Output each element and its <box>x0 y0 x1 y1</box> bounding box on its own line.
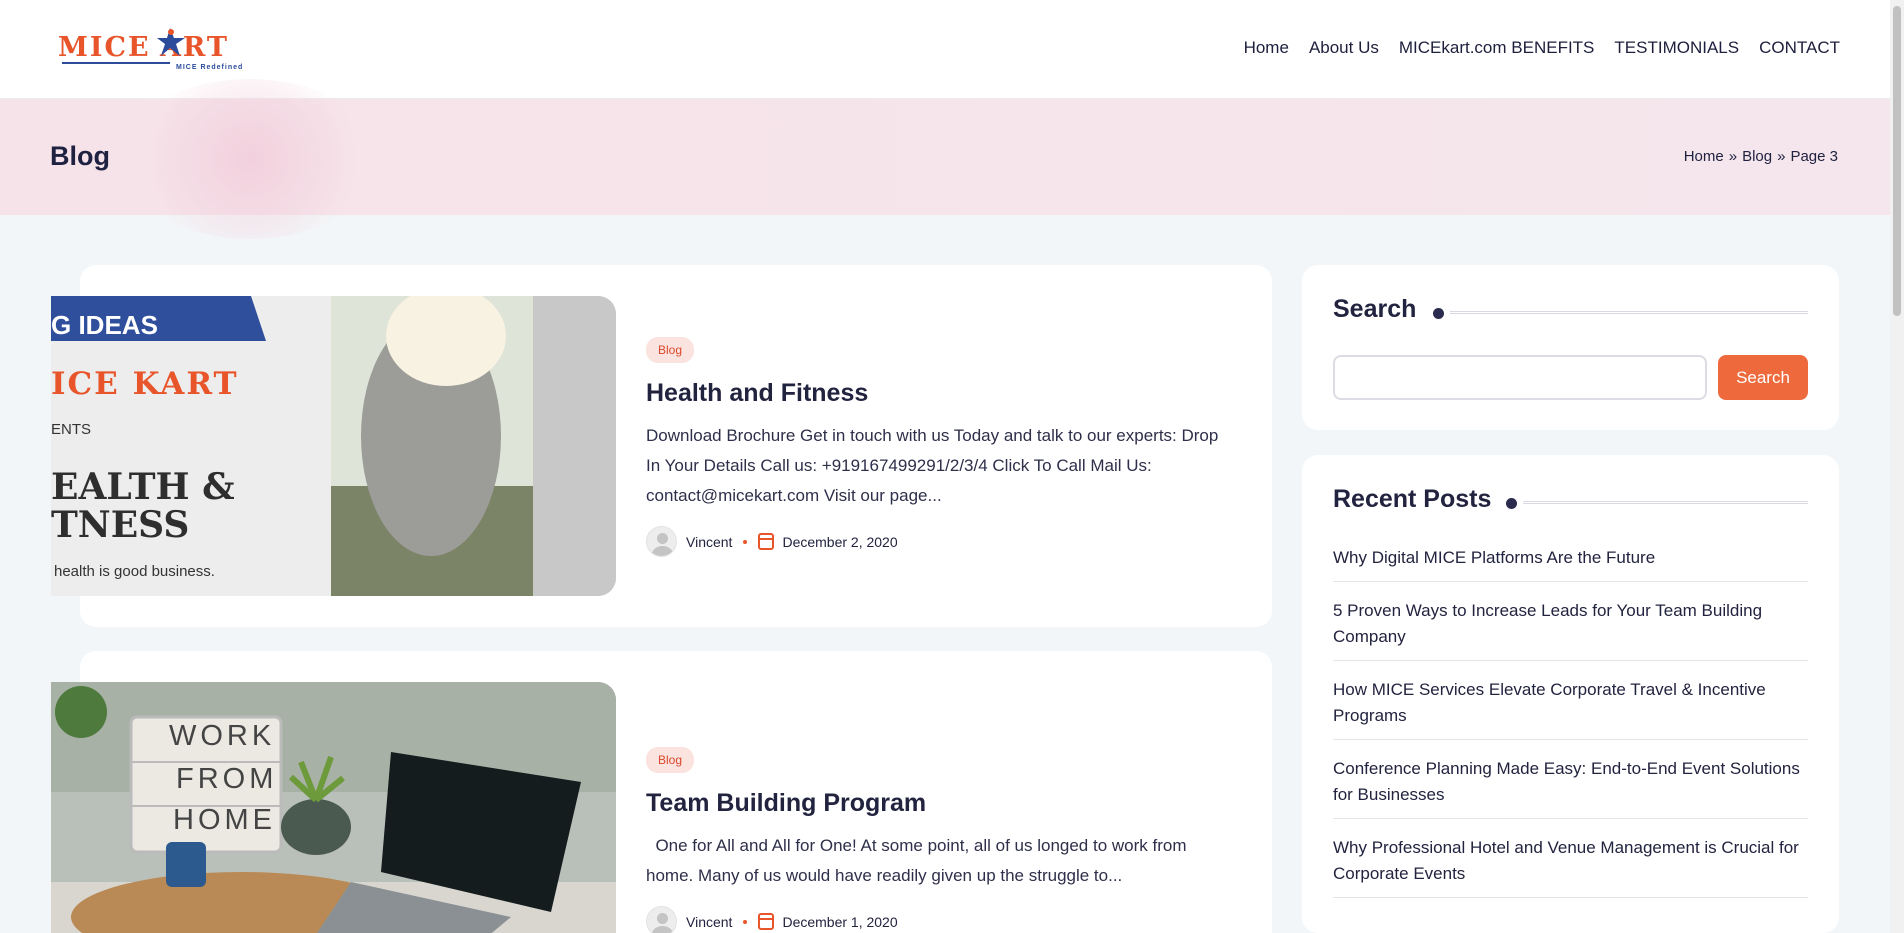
nav-about-us[interactable]: About Us <box>1309 38 1379 58</box>
post-title[interactable]: Team Building Program <box>646 789 926 818</box>
logo-tagline: MICE Redefined <box>176 64 244 71</box>
image-heading-line1: EALTH & <box>51 466 235 508</box>
post-author[interactable]: Vincent <box>686 914 732 930</box>
page-title-band: Blog Home » Blog » Page 3 <box>0 79 1890 239</box>
post-excerpt: One for All and All for One! At some poi… <box>646 836 1192 885</box>
scrollbar-thumb[interactable] <box>1893 6 1901 316</box>
nav-home[interactable]: Home <box>1244 38 1289 58</box>
search-input[interactable] <box>1333 355 1707 400</box>
post-thumbnail[interactable]: G IDEAS ICE KART ENTS EALTH & TNESS heal… <box>51 296 616 596</box>
recent-post-link[interactable]: Why Professional Hotel and Venue Managem… <box>1333 835 1808 898</box>
decorative-glow <box>120 79 380 239</box>
sign-line-1: WORK <box>169 720 276 752</box>
logo-text: MICE ART <box>58 32 229 63</box>
post-date: December 1, 2020 <box>782 913 898 930</box>
post-title[interactable]: Health and Fitness <box>646 379 868 408</box>
nav-contact[interactable]: CONTACT <box>1759 38 1840 58</box>
title-dot <box>1433 308 1444 319</box>
recent-post-link[interactable]: How MICE Services Elevate Corporate Trav… <box>1333 677 1808 740</box>
calendar-icon <box>758 913 775 930</box>
image-small-text: ENTS <box>51 421 92 438</box>
post-author[interactable]: Vincent <box>686 534 732 550</box>
health-fitness-image <box>51 296 616 596</box>
category-badge[interactable]: Blog <box>646 747 695 773</box>
author-avatar <box>646 526 677 557</box>
breadcrumb-separator: » <box>1728 148 1738 165</box>
breadcrumb-blog[interactable]: Blog <box>1742 148 1772 165</box>
nav-testimonials[interactable]: TESTIMONIALS <box>1614 38 1739 58</box>
breadcrumb: Home » Blog » Page 3 <box>1684 148 1838 165</box>
post-thumbnail[interactable]: WORK FROM HOME <box>51 682 616 933</box>
image-logo-text: ICE KART <box>51 366 239 402</box>
breadcrumb-separator: » <box>1777 148 1786 165</box>
page-scrollbar[interactable] <box>1890 0 1904 933</box>
recent-post-link[interactable]: Conference Planning Made Easy: End-to-En… <box>1333 756 1808 819</box>
image-caption: health is good business. <box>54 563 215 580</box>
recent-post-link[interactable]: Why Digital MICE Platforms Are the Futur… <box>1333 545 1808 582</box>
image-banner-text: G IDEAS <box>51 310 158 340</box>
logo-star-icon <box>157 28 185 56</box>
search-button[interactable]: Search <box>1718 355 1808 400</box>
author-avatar <box>646 906 677 933</box>
title-line <box>1450 311 1808 314</box>
work-from-home-image <box>51 682 616 933</box>
image-heading-line2: TNESS <box>51 504 190 546</box>
meta-separator-dot <box>743 919 748 924</box>
main-nav: Home About Us MICEkart.com BENEFITS TEST… <box>1244 38 1840 58</box>
calendar-icon <box>758 533 775 550</box>
nav-benefits[interactable]: MICEkart.com BENEFITS <box>1399 38 1595 58</box>
sign-line-3: HOME <box>173 804 276 836</box>
post-meta: Vincent December 2, 2020 <box>646 526 898 557</box>
title-dot <box>1506 498 1517 509</box>
post-date: December 2, 2020 <box>782 533 898 550</box>
category-badge[interactable]: Blog <box>646 337 695 363</box>
sign-line-2: FROM <box>176 763 278 795</box>
meta-separator-dot <box>743 539 748 544</box>
title-line <box>1523 501 1808 504</box>
site-logo[interactable]: MICE ART MICE Redefined <box>58 26 253 72</box>
breadcrumb-current: Page 3 <box>1790 148 1838 165</box>
search-widget: Search Search <box>1302 265 1839 430</box>
recent-posts-title: Recent Posts <box>1333 485 1492 513</box>
search-widget-title: Search <box>1333 295 1417 323</box>
recent-posts-list: Why Digital MICE Platforms Are the Futur… <box>1333 545 1808 914</box>
breadcrumb-home[interactable]: Home <box>1684 148 1724 165</box>
page-title: Blog <box>50 141 110 171</box>
post-meta: Vincent December 1, 2020 <box>646 906 898 933</box>
recent-post-link[interactable]: 5 Proven Ways to Increase Leads for Your… <box>1333 598 1808 661</box>
recent-posts-widget: Recent Posts Why Digital MICE Platforms … <box>1302 455 1839 933</box>
post-excerpt: Download Brochure Get in touch with us T… <box>646 426 1219 505</box>
logo-underline <box>62 62 170 64</box>
